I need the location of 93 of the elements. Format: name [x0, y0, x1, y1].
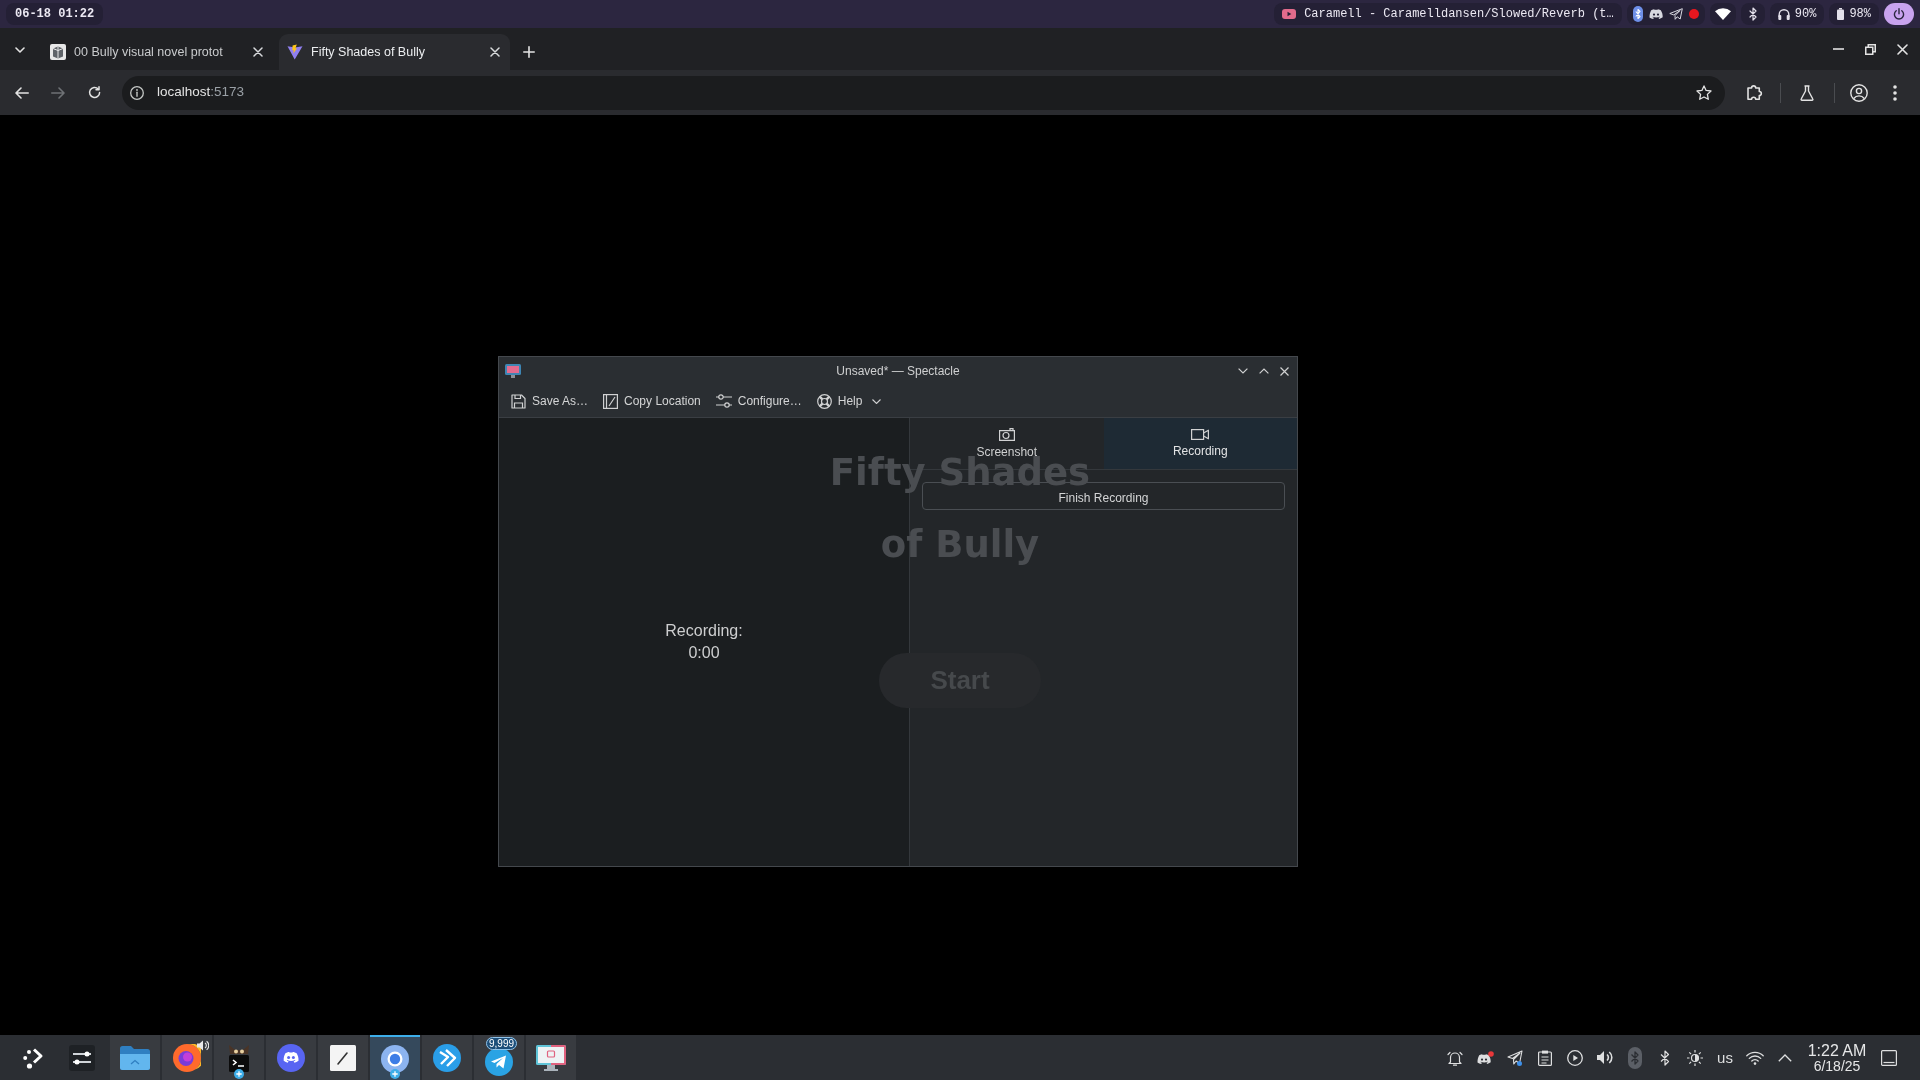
show-desktop-icon[interactable] — [1881, 1049, 1897, 1066]
lightning-icon — [287, 44, 303, 60]
task-button[interactable] — [526, 1035, 576, 1080]
wifi-icon — [1714, 8, 1731, 20]
frame-icon — [603, 393, 619, 409]
headphones-icon — [1777, 8, 1790, 20]
pen-icon — [330, 1044, 356, 1071]
browser-icon — [173, 1043, 201, 1072]
bluetooth-widget[interactable] — [1740, 3, 1765, 25]
recording-status: Recording: — [665, 621, 743, 641]
task-button[interactable] — [110, 1035, 160, 1080]
chevron-up-icon[interactable] — [1778, 1053, 1792, 1062]
toolbar-button[interactable]: Help — [810, 388, 888, 414]
window-title: Unsaved* — Spectacle — [836, 363, 960, 380]
toolbar-button[interactable]: Save As… — [505, 388, 595, 414]
controller-icon[interactable] — [1476, 1050, 1494, 1065]
sliders-icon[interactable] — [69, 1044, 95, 1071]
finish-button[interactable]: Finish Recording — [922, 482, 1285, 510]
plus-icon[interactable] — [523, 46, 535, 58]
paper-plane-icon[interactable] — [1668, 8, 1683, 20]
menu-icon[interactable] — [1893, 84, 1897, 101]
battery-icon — [1837, 8, 1845, 20]
task-button[interactable] — [266, 1035, 316, 1080]
address-bar[interactable]: localhost:5173 — [122, 75, 1725, 110]
bluetooth-icon — [1748, 7, 1757, 21]
sliders-icon — [715, 394, 732, 408]
clock-text: 06-18 01:22 — [6, 3, 104, 25]
cube-icon — [50, 44, 66, 60]
video-play-icon — [1282, 9, 1297, 19]
save-icon — [511, 393, 526, 409]
wifi-widget[interactable] — [1709, 3, 1736, 25]
lifebuoy-icon — [816, 393, 832, 409]
alarm-bell-icon[interactable] — [1447, 1049, 1463, 1066]
reload-icon[interactable] — [87, 86, 101, 99]
task-button[interactable] — [214, 1035, 264, 1080]
double-chevron-icon — [433, 1043, 461, 1072]
folder-icon — [120, 1045, 150, 1070]
monitor-icon — [505, 364, 521, 378]
mode-tab[interactable]: Screenshot — [910, 418, 1104, 469]
close-icon[interactable] — [1280, 366, 1289, 376]
paper-plane-icon[interactable] — [1507, 1049, 1523, 1066]
task-button[interactable] — [318, 1035, 368, 1080]
dots-chevron-icon[interactable] — [23, 1046, 45, 1069]
controller-icon[interactable] — [1648, 8, 1663, 20]
chevron-down-icon — [15, 47, 25, 53]
account-icon[interactable] — [1850, 83, 1868, 102]
clock-time[interactable]: 1:22 AM — [1807, 1041, 1867, 1059]
video-camera-icon — [1191, 429, 1210, 440]
chevron-up-icon[interactable] — [1259, 368, 1269, 374]
close-icon[interactable] — [490, 47, 500, 57]
restore-icon[interactable] — [1865, 43, 1876, 55]
task-button[interactable] — [370, 1035, 420, 1080]
paper-plane-icon — [485, 1047, 513, 1076]
bluetooth-icon[interactable] — [1660, 1049, 1670, 1066]
speaker-icon[interactable] — [197, 1040, 209, 1051]
clock-date[interactable]: 6/18/25 — [1813, 1058, 1861, 1074]
task-button[interactable] — [162, 1035, 212, 1080]
close-icon[interactable] — [253, 47, 263, 57]
battery-level: 98% — [1849, 6, 1871, 23]
star-icon[interactable] — [1696, 85, 1712, 100]
browser-icon — [381, 1044, 409, 1073]
monitor-icon — [536, 1044, 566, 1071]
power-icon — [1893, 8, 1905, 20]
task-button[interactable]: 9,999 — [474, 1035, 524, 1080]
terminal-icon — [227, 1043, 251, 1072]
chevron-down-icon[interactable] — [1238, 368, 1248, 374]
info-icon[interactable] — [130, 85, 144, 100]
brightness-icon[interactable] — [1687, 1049, 1703, 1066]
flask-icon[interactable] — [1800, 84, 1814, 101]
clipboard-icon[interactable] — [1538, 1049, 1552, 1066]
media-title: Caramell - Caramelldansen/Slowed/Reverb (t… — [1304, 6, 1614, 23]
browser-tab[interactable]: Fifty Shades of Bully — [279, 34, 510, 70]
controller-icon — [277, 1043, 305, 1072]
browser-tab[interactable]: 00 Bully visual novel protot — [42, 34, 273, 70]
bluetooth-icon[interactable] — [1632, 6, 1643, 22]
chevron-down-icon — [872, 398, 882, 404]
puzzle-icon[interactable] — [1747, 85, 1763, 100]
recording-status: 0:00 — [688, 643, 720, 663]
mode-tab[interactable]: Recording — [1103, 418, 1297, 469]
speaker-icon[interactable] — [1597, 1050, 1613, 1065]
headset-battery: 90% — [1794, 6, 1817, 23]
play-icon[interactable] — [1567, 1049, 1583, 1066]
power-button[interactable] — [1884, 3, 1914, 25]
task-button[interactable] — [422, 1035, 472, 1080]
camera-icon — [998, 428, 1015, 441]
media-widget[interactable]: Caramell - Caramelldansen/Slowed/Reverb (t… — [1274, 3, 1622, 25]
toolbar-button[interactable]: Configure… — [709, 388, 808, 414]
toolbar-button[interactable]: Copy Location — [597, 388, 707, 414]
notification-count: 9,999 — [486, 1037, 518, 1050]
keyboard-layout[interactable]: us — [1717, 1048, 1733, 1067]
back-arrow-icon[interactable] — [15, 86, 29, 99]
wifi-icon[interactable] — [1746, 1050, 1764, 1065]
close-icon[interactable] — [1897, 43, 1908, 55]
